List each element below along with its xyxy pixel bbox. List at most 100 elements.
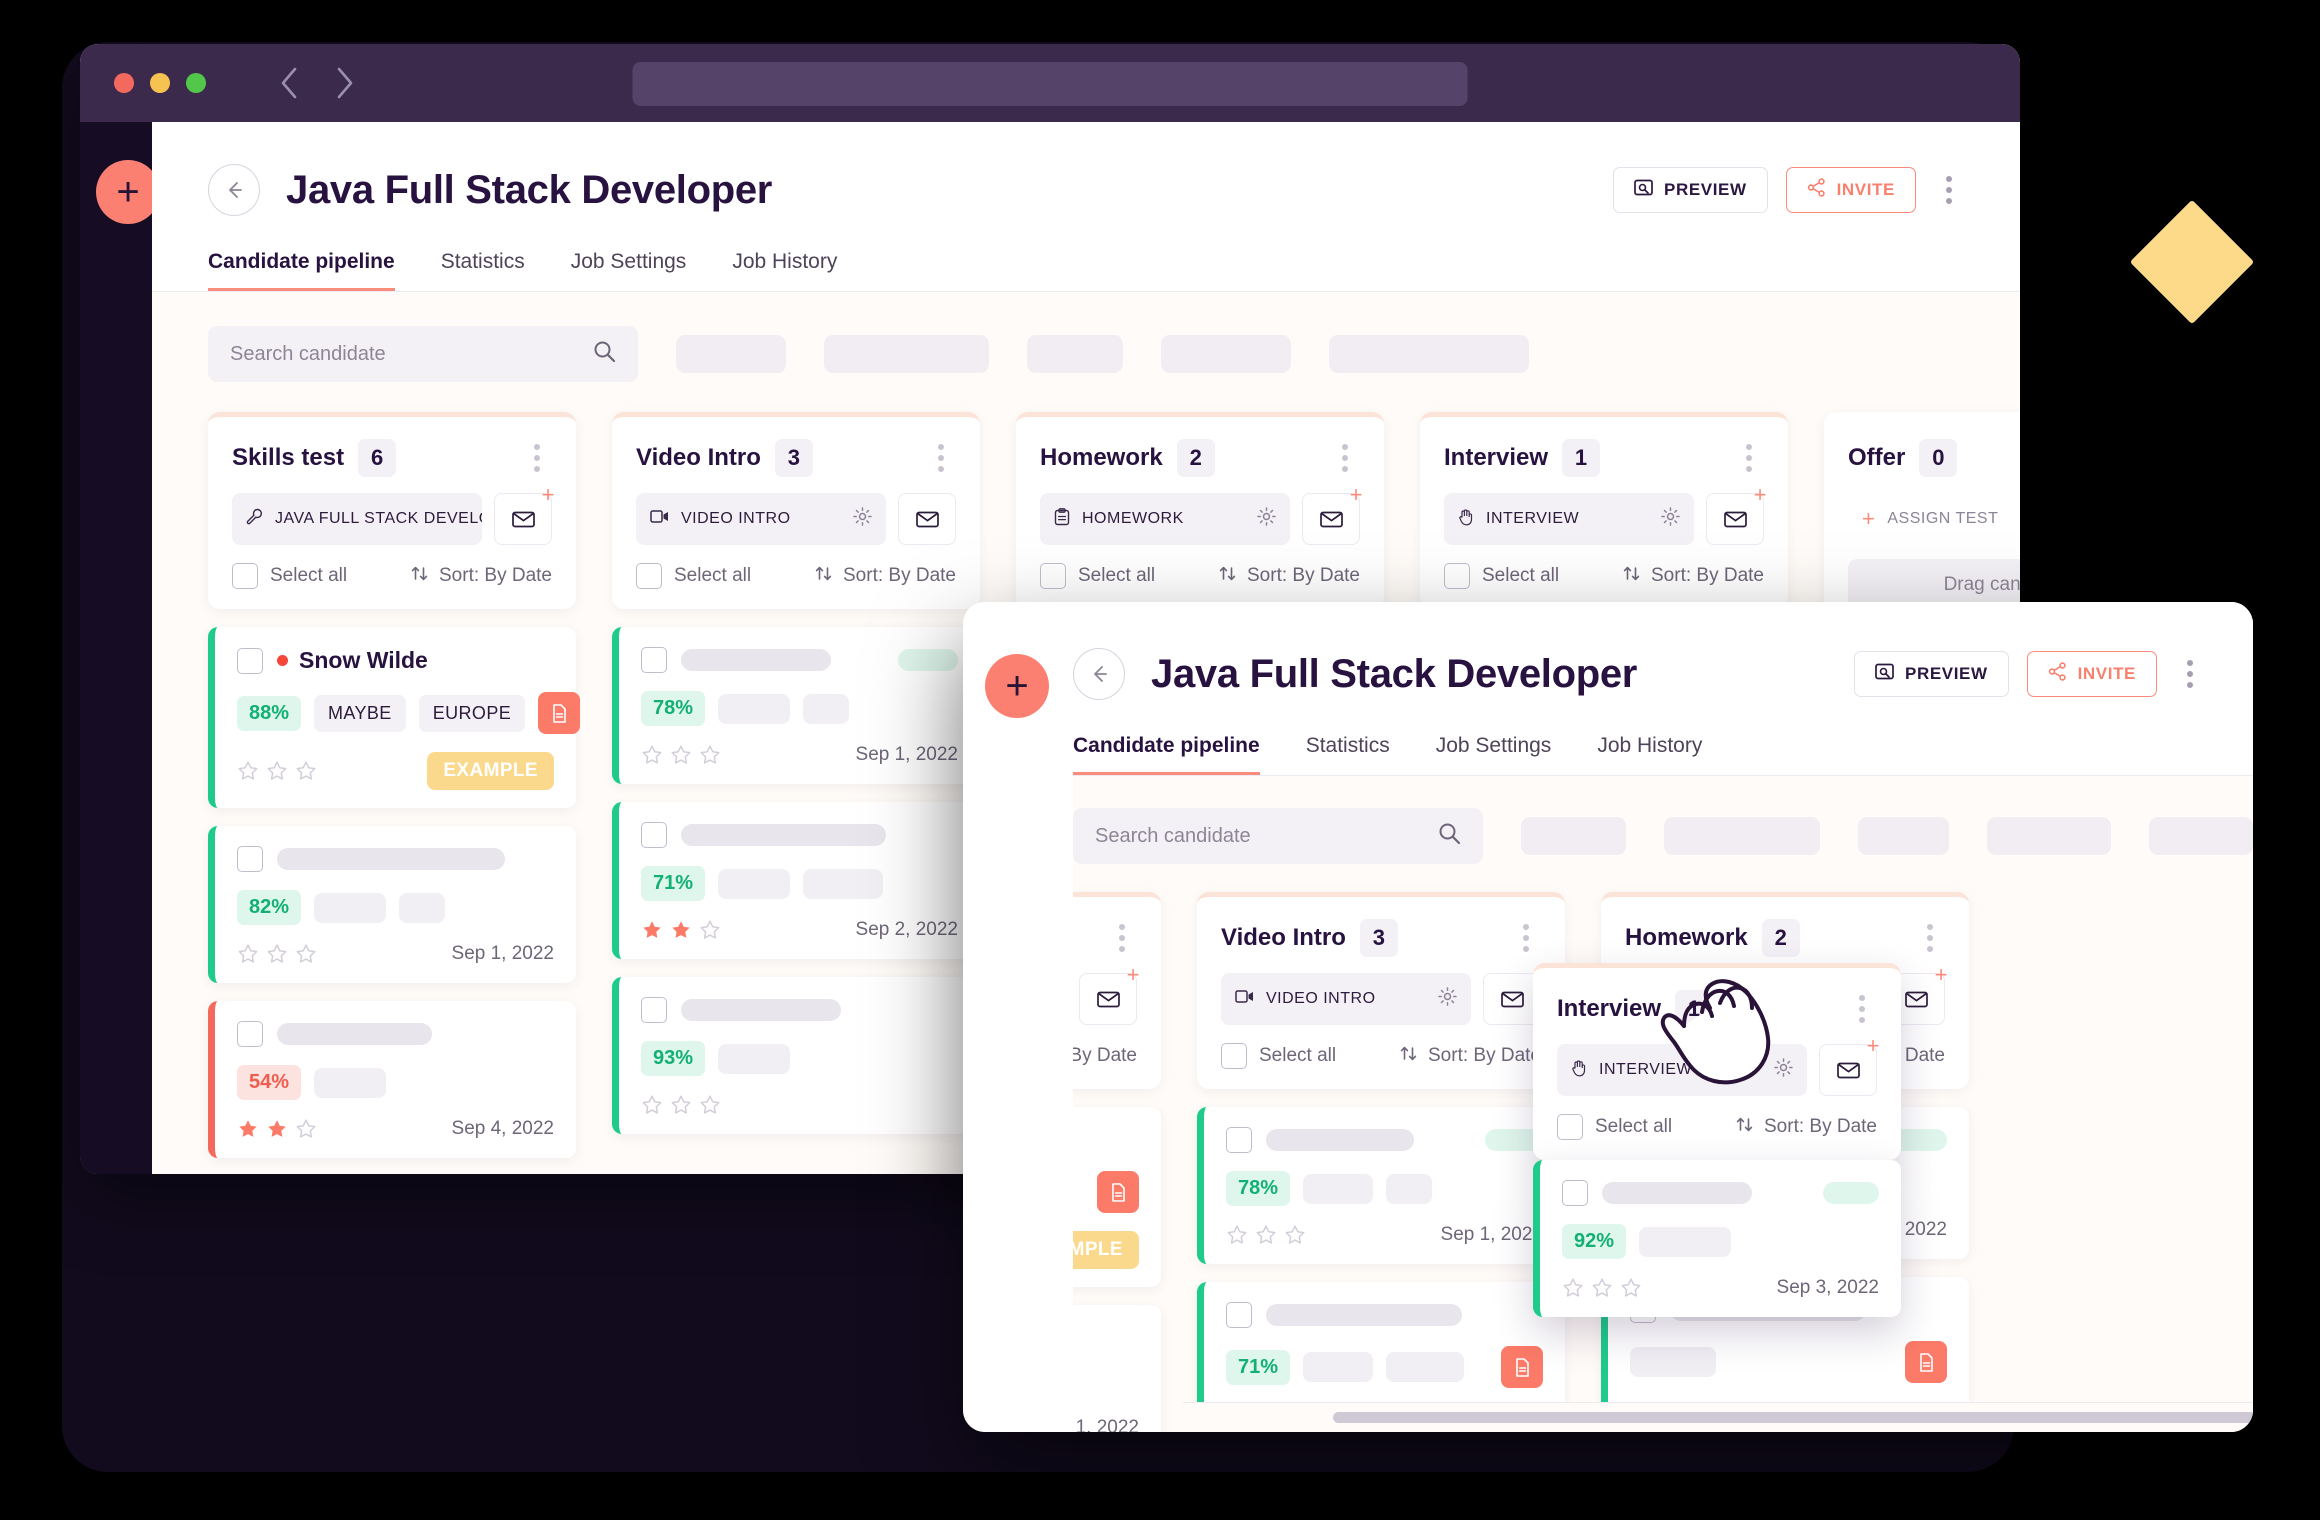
- candidate-card[interactable]: 82% Sep 1, 2022: [208, 826, 576, 983]
- card-checkbox[interactable]: [641, 997, 667, 1023]
- stage-chip[interactable]: INTERVIEW: [1557, 1044, 1807, 1096]
- select-all-checkbox[interactable]: [1221, 1043, 1247, 1069]
- card-checkbox[interactable]: [237, 1021, 263, 1047]
- more-options-button[interactable]: [1934, 176, 1964, 204]
- back-icon[interactable]: [278, 66, 300, 100]
- card-checkbox[interactable]: [1562, 1180, 1588, 1206]
- tab-job-settings[interactable]: Job Settings: [571, 250, 687, 291]
- sort-control[interactable]: Sort: By Date: [1622, 564, 1764, 589]
- filter-placeholder-5[interactable]: [1329, 335, 1529, 373]
- search-input[interactable]: [1095, 824, 1439, 848]
- rating-stars[interactable]: [237, 1118, 317, 1140]
- maximize-icon[interactable]: [186, 73, 206, 93]
- back-navigation-button[interactable]: [208, 164, 260, 216]
- select-all-checkbox[interactable]: [1444, 563, 1470, 589]
- filter-placeholder-4[interactable]: [1161, 335, 1291, 373]
- address-bar[interactable]: [632, 62, 1468, 106]
- dragged-interview-column[interactable]: Interview 1 INTERVIEW + Select all Sort:…: [1533, 963, 1901, 1160]
- candidate-card[interactable]: 78% Sep 1, 2022: [612, 627, 980, 784]
- email-button[interactable]: +: [494, 484, 554, 545]
- search-box[interactable]: [1073, 808, 1484, 864]
- back-navigation-button[interactable]: [1073, 648, 1125, 700]
- document-icon[interactable]: [538, 692, 581, 734]
- stage-chip[interactable]: JAVA FULL STACK DEVELOPER: [232, 493, 482, 545]
- select-all-checkbox[interactable]: [1040, 563, 1066, 589]
- sort-control[interactable]: Sort: By Date: [1399, 1044, 1541, 1069]
- rating-stars[interactable]: [641, 919, 721, 941]
- gear-icon[interactable]: [1661, 507, 1680, 531]
- stage-chip[interactable]: VIDEO INTRO: [636, 493, 886, 545]
- filter-placeholder-2[interactable]: [1663, 817, 1821, 855]
- invite-button[interactable]: INVITE: [1785, 167, 1916, 213]
- filter-placeholder-3[interactable]: [1027, 335, 1123, 373]
- card-checkbox[interactable]: [237, 846, 263, 872]
- candidate-card[interactable]: 78% Sep 1, 2022: [1197, 1107, 1565, 1264]
- sort-control[interactable]: Sort: By Date: [814, 564, 956, 589]
- sort-control[interactable]: Sort: By Date: [1218, 564, 1360, 589]
- add-button[interactable]: +: [96, 160, 160, 224]
- column-menu-button[interactable]: [1511, 924, 1541, 952]
- gear-icon[interactable]: [1774, 1058, 1793, 1082]
- card-checkbox[interactable]: [1226, 1127, 1252, 1153]
- filter-placeholder-5[interactable]: [2148, 817, 2253, 855]
- filter-placeholder-3[interactable]: [1858, 817, 1950, 855]
- sort-control[interactable]: Sort: By Date: [1735, 1115, 1877, 1140]
- email-button[interactable]: +: [1706, 484, 1766, 545]
- search-input[interactable]: [230, 342, 593, 366]
- minimize-icon[interactable]: [150, 73, 170, 93]
- search-icon[interactable]: [1438, 822, 1461, 850]
- candidate-card[interactable]: 71% Sep 2, 2022: [612, 802, 980, 959]
- tab-candidate-pipeline[interactable]: Candidate pipeline: [208, 250, 395, 291]
- column-menu-button[interactable]: [1734, 444, 1764, 472]
- add-button[interactable]: +: [985, 654, 1049, 718]
- rating-stars[interactable]: [1226, 1224, 1306, 1246]
- candidate-card[interactable]: Sep 1, 2022: [1073, 1305, 1161, 1432]
- card-checkbox[interactable]: [641, 822, 667, 848]
- candidate-card[interactable]: Snow Wilde 88% MAYBE EUROPE EXAMPLE: [208, 627, 581, 808]
- column-menu-button[interactable]: [522, 444, 552, 472]
- email-button[interactable]: +: [1302, 484, 1362, 545]
- column-menu-button[interactable]: [1915, 924, 1945, 952]
- tab-job-history[interactable]: Job History: [1597, 734, 1702, 775]
- search-icon[interactable]: [593, 340, 616, 368]
- email-button[interactable]: +: [1079, 964, 1139, 1025]
- card-checkbox[interactable]: [237, 647, 263, 674]
- sort-control[interactable]: Sort: By Date: [1073, 1045, 1137, 1067]
- gear-icon[interactable]: [1257, 507, 1276, 531]
- search-box[interactable]: [208, 326, 638, 382]
- filter-placeholder-4[interactable]: [1987, 817, 2111, 855]
- tab-statistics[interactable]: Statistics: [1306, 734, 1390, 775]
- gear-icon[interactable]: [853, 507, 872, 531]
- rating-stars[interactable]: [1562, 1277, 1642, 1299]
- rating-stars[interactable]: [641, 1094, 721, 1116]
- invite-button[interactable]: INVITE: [2026, 651, 2157, 697]
- select-all-checkbox[interactable]: [636, 563, 662, 589]
- stage-chip[interactable]: VIDEO INTRO: [1221, 973, 1471, 1025]
- assign-test-chip[interactable]: + ASSIGN TEST: [1848, 493, 2020, 545]
- candidate-card[interactable]: 92% Sep 3, 2022: [1533, 1160, 1901, 1317]
- select-all-checkbox[interactable]: [232, 563, 258, 589]
- more-options-button[interactable]: [2175, 660, 2205, 688]
- stage-chip[interactable]: INTERVIEW: [1444, 493, 1694, 545]
- close-icon[interactable]: [114, 73, 134, 93]
- column-menu-button[interactable]: [1107, 924, 1137, 952]
- document-icon[interactable]: [1501, 1346, 1543, 1388]
- document-icon[interactable]: [1097, 1171, 1139, 1213]
- horizontal-scrollbar[interactable]: [1183, 1402, 2253, 1432]
- preview-button[interactable]: PREVIEW: [1613, 167, 1768, 213]
- dragged-candidate-card[interactable]: 92% Sep 3, 2022: [1533, 1160, 1901, 1317]
- tab-job-settings[interactable]: Job Settings: [1436, 734, 1552, 775]
- tab-job-history[interactable]: Job History: [732, 250, 837, 291]
- rating-stars[interactable]: [237, 943, 317, 965]
- rating-stars[interactable]: [641, 744, 721, 766]
- candidate-card[interactable]: 54% Sep 4, 2022: [208, 1001, 576, 1158]
- column-menu-button[interactable]: [926, 444, 956, 472]
- candidate-card[interactable]: 93%: [612, 977, 980, 1134]
- tab-statistics[interactable]: Statistics: [441, 250, 525, 291]
- forward-icon[interactable]: [334, 66, 356, 100]
- candidate-card[interactable]: EXAMPLE: [1073, 1107, 1161, 1287]
- scrollbar-thumb[interactable]: [1333, 1412, 2253, 1423]
- stage-chip[interactable]: HOMEWORK: [1040, 493, 1290, 545]
- rating-stars[interactable]: [237, 760, 317, 782]
- document-icon[interactable]: [1905, 1341, 1947, 1383]
